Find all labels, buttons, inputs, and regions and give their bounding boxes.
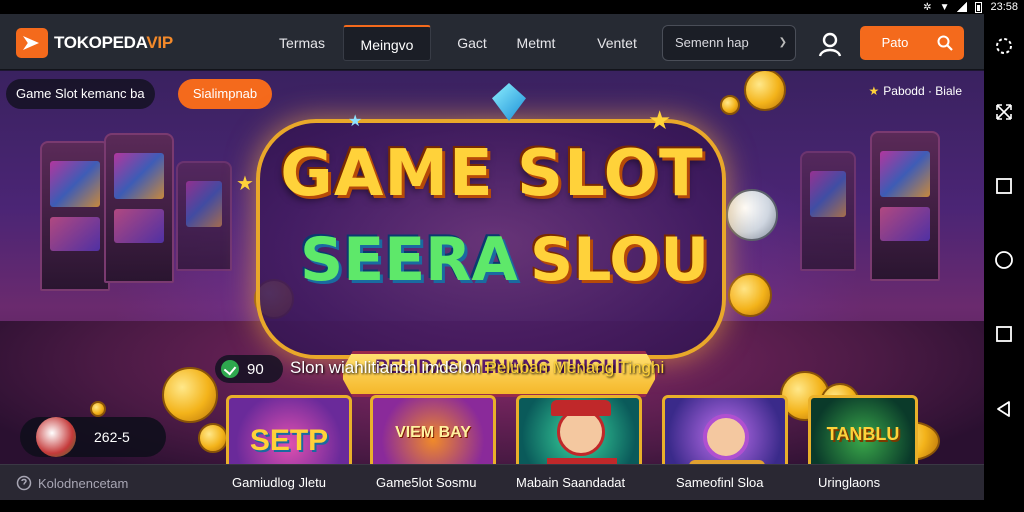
home-icon[interactable] [994, 250, 1014, 270]
hat-icon [551, 400, 611, 416]
star-icon: ★ [348, 113, 363, 130]
coin-decoration [744, 71, 786, 111]
bottom-left-label: Kolodnencetam [38, 475, 129, 491]
game-card-1[interactable]: SETP [226, 395, 352, 464]
chevron-right-icon: ❯ [778, 37, 787, 48]
coin-decoration [720, 95, 740, 115]
help-icon [16, 475, 32, 491]
rotate-icon[interactable] [994, 36, 1014, 56]
character-avatar [703, 414, 749, 460]
top-navigation: TOKOPEDAVIP Termas Meingvo Gact Metmt Ve… [0, 14, 984, 70]
coin-decoration [90, 401, 106, 417]
bottom-tab-4[interactable]: Sameofinl Sloa [676, 465, 763, 501]
game-card-2[interactable]: VIEM BAY [370, 395, 496, 464]
bottom-left-link[interactable]: Kolodnencetam [16, 465, 128, 501]
nav-link-3[interactable]: Gact [444, 25, 500, 61]
game-card-label: TANBLU [826, 424, 900, 444]
hero-top-right[interactable]: ★ Pabodd · Biale [869, 81, 963, 101]
hero-title: GAME SLOT [280, 137, 704, 211]
user-icon[interactable] [816, 30, 844, 58]
coin-decoration [198, 423, 228, 453]
nav-link-2[interactable]: Meingvo [343, 25, 431, 61]
bottom-tab-2[interactable]: Game5lot Sosmu [376, 465, 476, 501]
star-icon: ★ [236, 173, 254, 195]
slot-machine-decoration [800, 151, 856, 271]
status-icons: ✲ ▼ 23:58 [923, 0, 1018, 14]
bottom-tab-3[interactable]: Mabain Saandadat [516, 465, 625, 501]
nav-link-1[interactable]: Termas [262, 25, 342, 61]
promo-badge-value: 90 [247, 360, 264, 378]
expand-icon[interactable] [994, 102, 1014, 122]
game-card-4[interactable] [662, 395, 788, 464]
hero-banner[interactable]: Game Slot kemanc ba Sialimpnab ★ Pabodd … [0, 71, 984, 464]
battery-icon [975, 1, 983, 13]
promo-text: Slon wiahlitianch imdelon Peluban Menang… [290, 358, 665, 377]
category-label: Game Slot kemanc ba [6, 79, 155, 109]
brand-mark-icon [16, 28, 48, 58]
game-card-3[interactable] [516, 395, 642, 464]
coin-decoration [162, 367, 218, 423]
promo-badge: 90 [215, 355, 283, 383]
search-icon[interactable] [936, 34, 954, 52]
hero-subtitle-gold: SLOU [530, 225, 710, 295]
promo-button[interactable]: Sialimpnab [178, 79, 272, 109]
game-card-5[interactable]: TANBLU [808, 395, 918, 464]
coin-decoration [728, 273, 772, 317]
recents-icon[interactable] [994, 324, 1014, 344]
bottom-tab-bar: Kolodnencetam Gamiudlog Jletu Game5lot S… [0, 464, 984, 500]
app-window: TOKOPEDAVIP Termas Meingvo Gact Metmt Ve… [0, 14, 984, 512]
signal-icon [957, 2, 968, 12]
coin-decoration [726, 189, 778, 241]
cta-label: Pato [881, 35, 909, 50]
nav-link-5[interactable]: Ventet [586, 25, 648, 61]
star-icon: ★ [648, 105, 672, 135]
game-card-label: SETP [249, 424, 329, 457]
balance-chip[interactable]: 262-5 [20, 417, 166, 457]
hero-top-right-text: Pabodd · Biale [883, 84, 962, 98]
balance-value: 262-5 [94, 429, 130, 445]
slot-machine-decoration [870, 131, 940, 281]
system-nav-bar [984, 14, 1024, 512]
bottom-tab-5[interactable]: Uringlaons [818, 465, 880, 501]
nav-link-4[interactable]: Metmt [504, 25, 568, 61]
square-icon[interactable] [994, 176, 1014, 196]
slot-machine-decoration [176, 161, 232, 271]
search-select[interactable]: Semenn hap ❯ [662, 25, 796, 61]
cta-button[interactable]: Pato [860, 26, 964, 60]
game-card-label: VIEM BAY [395, 424, 471, 441]
bluetooth-icon: ✲ [923, 1, 932, 13]
status-time: 23:58 [990, 1, 1018, 13]
wifi-icon: ▼ [939, 1, 950, 13]
bottom-spacer [0, 500, 984, 512]
gem-icon [492, 83, 526, 121]
hero-subtitle-green: SEERA [300, 225, 518, 295]
slot-machine-decoration [104, 133, 174, 283]
back-icon[interactable] [994, 399, 1014, 419]
search-select-value: Semenn hap [675, 35, 749, 50]
check-icon [221, 360, 239, 378]
avatar [36, 417, 76, 457]
brand-name: TOKOPEDAVIP [54, 33, 173, 52]
slot-machine-decoration [40, 141, 110, 291]
trophy-icon: ★ [868, 84, 880, 98]
status-bar: ✲ ▼ 23:58 [0, 0, 1024, 14]
brand-logo[interactable]: TOKOPEDAVIP [16, 28, 173, 58]
bottom-tab-1[interactable]: Gamiudlog Jletu [232, 465, 326, 501]
